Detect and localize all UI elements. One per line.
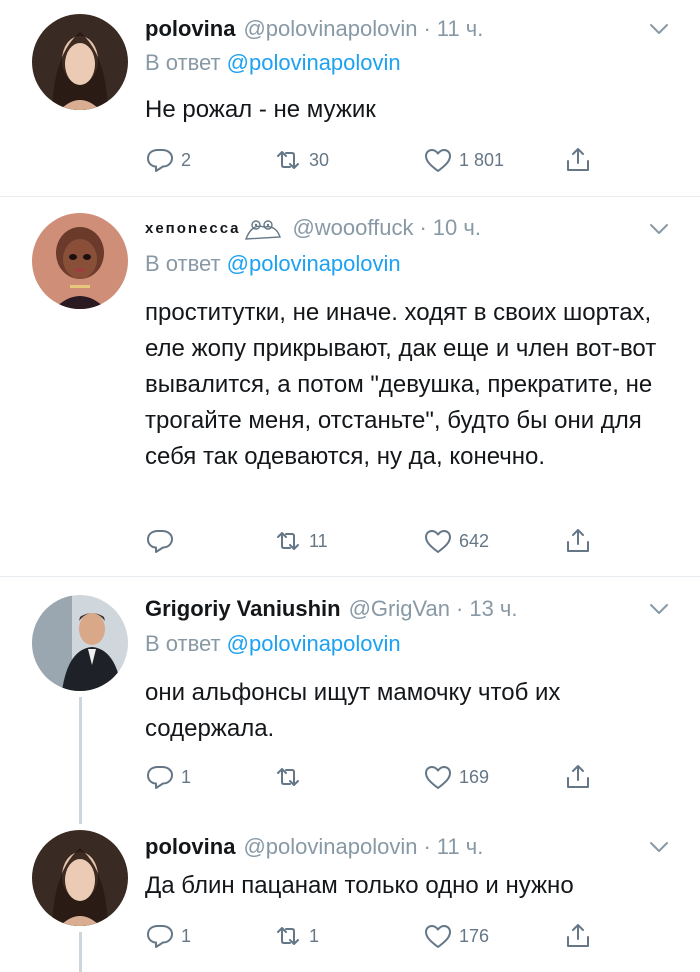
user-handle[interactable]: @polovinapolovin	[243, 16, 417, 42]
like-count: 642	[459, 530, 490, 551]
retweet-button[interactable]: 30	[273, 144, 329, 176]
thread-line	[79, 812, 82, 824]
tweet-actions: 1 1 176	[145, 920, 605, 952]
tweet-header: polovina @polovinapolovin · 11 ч.	[145, 14, 483, 44]
reply-count: 1	[181, 925, 192, 946]
share-button[interactable]	[563, 525, 593, 557]
reply-mention[interactable]: @polovinapolovin	[227, 631, 401, 656]
tweet-actions: 2 30 1 801	[145, 144, 605, 176]
tweet-text: Не рожал - не мужик	[145, 96, 376, 123]
share-button[interactable]	[563, 920, 593, 952]
thread-line	[79, 932, 82, 972]
reply-label: В ответ	[145, 631, 221, 656]
separator-dot: ·	[419, 215, 427, 240]
share-icon	[563, 527, 593, 555]
display-name[interactable]: polovina	[145, 834, 235, 860]
reply-button[interactable]: 2	[145, 144, 191, 176]
retweet-count: 11	[309, 530, 328, 551]
retweet-icon	[273, 146, 303, 174]
reply-context: В ответ @polovinapolovin	[145, 50, 401, 76]
reply-mention[interactable]: @polovinapolovin	[227, 50, 401, 75]
reply-button[interactable]: 1	[145, 920, 191, 952]
avatar[interactable]	[32, 14, 128, 110]
retweet-icon	[273, 527, 303, 555]
share-button[interactable]	[563, 761, 593, 793]
chevron-down-icon[interactable]	[648, 602, 670, 616]
tweet-text: Да блин пацанам только одно и нужно	[145, 872, 574, 899]
thread-line	[79, 697, 82, 812]
timestamp[interactable]: 13 ч.	[469, 596, 517, 622]
tweet-text: они альфонсы ищут мамочку чтоб их содерж…	[145, 679, 561, 742]
reply-count: 1	[181, 766, 192, 787]
retweet-icon	[273, 922, 303, 950]
tweet-header: xeпonecca @woooffuck · 10 ч.	[145, 213, 481, 243]
heart-icon	[423, 527, 453, 555]
heart-icon	[423, 763, 453, 791]
retweet-button[interactable]: 1	[273, 920, 319, 952]
tweet[interactable]: Grigoriy Vaniushin @GrigVan · 13 ч. В от…	[0, 577, 700, 812]
chevron-down-icon[interactable]	[648, 22, 670, 36]
like-button[interactable]: 642	[423, 525, 489, 557]
reply-context: В ответ @polovinapolovin	[145, 251, 401, 277]
chevron-down-icon[interactable]	[648, 222, 670, 236]
retweet-button[interactable]: 11	[273, 525, 328, 557]
retweet-icon	[273, 763, 303, 791]
retweet-count: 1	[309, 925, 320, 946]
like-button[interactable]: 1 801	[423, 144, 504, 176]
separator-dot: ·	[456, 596, 464, 621]
chevron-down-icon[interactable]	[648, 840, 670, 854]
separator-dot: ·	[423, 16, 431, 41]
like-button[interactable]: 169	[423, 761, 489, 793]
separator-dot: ·	[423, 834, 431, 859]
reply-mention[interactable]: @polovinapolovin	[227, 251, 401, 276]
display-name[interactable]: polovina	[145, 16, 235, 42]
share-button[interactable]	[563, 144, 593, 176]
tweet-header: Grigoriy Vaniushin @GrigVan · 13 ч.	[145, 594, 518, 624]
reply-icon	[145, 763, 175, 791]
retweet-button[interactable]	[273, 761, 309, 793]
share-icon	[563, 922, 593, 950]
display-name[interactable]: Grigoriy Vaniushin	[145, 596, 341, 622]
avatar[interactable]	[32, 213, 128, 309]
like-count: 169	[459, 766, 490, 787]
timestamp[interactable]: 11 ч.	[437, 834, 484, 860]
share-icon	[563, 146, 593, 174]
tweet[interactable]: xeпonecca @woooffuck · 10 ч. В ответ @pol…	[0, 197, 700, 575]
heart-icon	[423, 922, 453, 950]
tweet-header: polovina @polovinapolovin · 11 ч.	[145, 832, 483, 862]
frog-icon	[245, 220, 282, 240]
user-handle[interactable]: @polovinapolovin	[243, 834, 417, 860]
reply-count: 2	[181, 149, 192, 170]
user-handle[interactable]: @GrigVan	[349, 596, 450, 622]
display-name[interactable]: xeпonecca	[145, 213, 284, 243]
share-icon	[563, 763, 593, 791]
reply-label: В ответ	[145, 251, 221, 276]
tweet-actions: 11 642	[145, 525, 605, 557]
heart-icon	[423, 146, 453, 174]
reply-icon	[145, 527, 175, 555]
like-count: 1 801	[459, 149, 505, 170]
reply-icon	[145, 922, 175, 950]
reply-button[interactable]: 1	[145, 761, 191, 793]
timestamp[interactable]: 10 ч.	[433, 215, 481, 241]
tweet-actions: 1 169	[145, 761, 605, 793]
like-button[interactable]: 176	[423, 920, 489, 952]
reply-icon	[145, 146, 175, 174]
reply-label: В ответ	[145, 50, 221, 75]
timestamp[interactable]: 11 ч.	[437, 16, 484, 42]
reply-button[interactable]	[145, 525, 181, 557]
retweet-count: 30	[309, 149, 330, 170]
tweet-text: проститутки, не иначе. ходят в своих шор…	[145, 299, 657, 470]
reply-context: В ответ @polovinapolovin	[145, 631, 401, 657]
user-handle[interactable]: @woooffuck	[292, 215, 413, 241]
avatar[interactable]	[32, 595, 128, 691]
tweet[interactable]: polovina @polovinapolovin · 11 ч. В отве…	[0, 0, 700, 196]
avatar[interactable]	[32, 830, 128, 926]
like-count: 176	[459, 925, 490, 946]
display-name-text: xeпonecca	[145, 219, 241, 237]
tweet[interactable]: polovina @polovinapolovin · 11 ч. Да бли…	[0, 812, 700, 972]
